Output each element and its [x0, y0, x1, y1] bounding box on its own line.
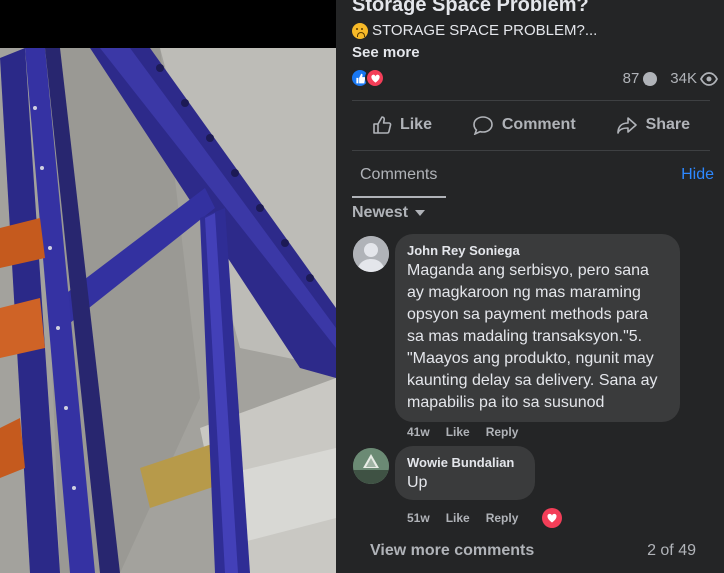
comments-tab-bar: Comments Hide [352, 158, 714, 198]
thinking-face-icon [352, 22, 368, 39]
comment-timestamp[interactable]: 51w [407, 511, 430, 525]
comment-pagination: 2 of 49 [647, 542, 696, 559]
comment-text: Up [407, 474, 428, 491]
comment-like-button[interactable]: Like [446, 425, 470, 439]
media-viewer[interactable] [0, 0, 336, 573]
post-stats: 87 34K [615, 70, 718, 87]
eye-icon [700, 71, 718, 86]
comment-reply-button[interactable]: Reply [486, 425, 519, 439]
post-action-bar: Like Comment Share [352, 104, 710, 146]
tab-comments[interactable]: Comments [352, 166, 446, 198]
love-reaction-icon[interactable] [542, 508, 562, 528]
comment-timestamp[interactable]: 41w [407, 425, 430, 439]
post-title: Storage Space Problem? [352, 0, 589, 16]
comment-meta: 41w Like Reply [407, 425, 518, 439]
divider [352, 150, 710, 151]
default-user-icon [353, 236, 389, 272]
share-arrow-icon [616, 117, 637, 134]
thumbs-up-icon [373, 116, 392, 134]
comment-bubble-icon [643, 71, 658, 86]
comment-reply-button[interactable]: Reply [486, 511, 519, 525]
comment-author[interactable]: Wowie Bundalian [407, 454, 523, 472]
see-more-link[interactable]: See more [352, 44, 420, 61]
post-preview: STORAGE SPACE PROBLEM?... [352, 22, 597, 39]
share-button[interactable]: Share [616, 115, 690, 135]
comment-icon [473, 116, 493, 135]
comment-sort-dropdown[interactable]: Newest [352, 204, 426, 222]
like-button[interactable]: Like [372, 115, 432, 135]
comment-bubble: John Rey Soniega Maganda ang serbisyo, p… [395, 234, 680, 422]
comment-like-button[interactable]: Like [446, 511, 470, 525]
comment-button[interactable]: Comment [472, 115, 576, 135]
avatar[interactable] [353, 448, 389, 484]
love-reaction-icon [365, 68, 385, 88]
hide-comments-link[interactable]: Hide [681, 166, 714, 184]
user-photo [353, 448, 389, 484]
reaction-summary[interactable] [350, 68, 385, 88]
comment-author[interactable]: John Rey Soniega [407, 242, 668, 260]
avatar[interactable] [353, 236, 389, 272]
divider [352, 100, 710, 101]
view-count: 34K [670, 70, 718, 87]
comment-text: Maganda ang serbisyo, pero sana ay magka… [407, 262, 658, 411]
warehouse-rack-photo [0, 48, 336, 573]
comment-bubble: Wowie Bundalian Up [395, 446, 535, 500]
caret-down-icon [415, 210, 426, 216]
post-preview-text: STORAGE SPACE PROBLEM?... [372, 22, 598, 39]
post-panel: Storage Space Problem? STORAGE SPACE PRO… [336, 0, 724, 573]
comment-meta: 51w Like Reply [407, 511, 518, 525]
view-more-comments-link[interactable]: View more comments [370, 542, 534, 560]
comment-count[interactable]: 87 [623, 70, 659, 87]
